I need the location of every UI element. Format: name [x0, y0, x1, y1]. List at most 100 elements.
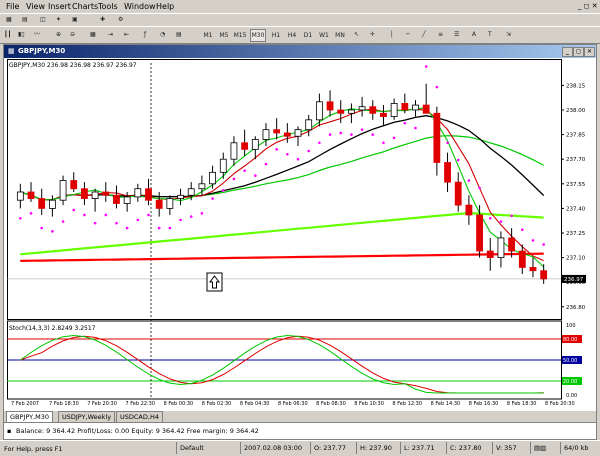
timeframe-h1-button[interactable]: H1 [268, 29, 284, 42]
timeframe-h4-button[interactable]: H4 [284, 29, 300, 42]
time-tick-label: 8 Feb 02:30 [202, 401, 232, 407]
price-chart[interactable]: 238.15 238.00 237.85 237.70 237.55 237.40 237.… [7, 59, 594, 411]
menu-bar: File View Insert Charts Tools Window Hel… [0, 0, 600, 26]
sar-dot [542, 243, 545, 246]
profile-name: Default [176, 442, 204, 454]
sar-dot [147, 213, 150, 217]
autoscroll-icon[interactable]: ⇥ [108, 29, 113, 40]
chart-shift-icon[interactable]: ⇤ [124, 29, 129, 40]
candle-body [219, 158, 227, 173]
sar-dot [232, 177, 236, 181]
time-tick-label: 8 Feb 18:30 [507, 401, 537, 407]
stoch-tick-label: 20.00 [563, 379, 577, 385]
candle-body [198, 183, 206, 190]
price-tick-label: 237.85 [566, 133, 586, 139]
sar-dot [488, 216, 492, 220]
minimize-icon[interactable]: _ [562, 47, 573, 57]
chart-bars-icon[interactable]: ┃┃ [4, 29, 11, 40]
new-order-icon[interactable]: ✚ [100, 14, 105, 25]
candle-body [294, 129, 302, 137]
candle-body [166, 198, 174, 209]
fibonacci-icon[interactable]: ☰ [454, 29, 459, 40]
price-pane-frame [7, 59, 562, 320]
indicators-icon[interactable]: ƒ [144, 29, 146, 40]
periods-icon[interactable]: ◔ [160, 29, 165, 40]
timeframe-m15-button[interactable]: M15 [232, 29, 248, 42]
menu-file[interactable]: File [6, 2, 19, 11]
horizontal-line-icon[interactable]: ─ [406, 29, 410, 40]
sar-dot [157, 226, 161, 230]
tile-icon[interactable]: ▦ [90, 29, 96, 40]
candle-body [369, 106, 377, 114]
sar-dot [211, 197, 214, 200]
menu-view[interactable]: View [26, 2, 45, 11]
timeframe-w1-button[interactable]: W1 [316, 29, 332, 42]
time-tick-label: 8 Feb 06:30 [278, 401, 308, 407]
navigator-icon[interactable]: ✦ [56, 14, 61, 25]
menu-tools[interactable]: Tools [98, 2, 118, 11]
candle-body [27, 191, 35, 199]
arrows-icon[interactable]: ⇲ [506, 29, 511, 40]
status-datetime: 2007.02.08 03:00 [240, 442, 302, 454]
close-icon[interactable]: ✕ [584, 47, 595, 57]
label-tool-icon[interactable]: T [488, 29, 492, 40]
menu-charts[interactable]: Charts [72, 2, 98, 11]
sar-dot [478, 186, 481, 190]
price-tick-label: 236.80 [566, 305, 586, 311]
sar-dot [360, 128, 364, 131]
text-tool-icon[interactable]: A [472, 29, 476, 40]
timeframe-m30-button[interactable]: M30 [250, 29, 266, 42]
terminal-icon[interactable]: ▣ [72, 14, 78, 25]
sar-dot [19, 216, 22, 220]
templates-icon[interactable]: ▤ [176, 29, 182, 40]
candle-body [113, 194, 120, 204]
sar-dot [40, 226, 43, 230]
trendline-icon[interactable]: ╱ [422, 29, 426, 40]
candle-body [155, 199, 163, 209]
menu-window[interactable]: Window [124, 2, 156, 11]
zoom-out-icon[interactable]: ⊖ [70, 29, 75, 40]
candle-body [315, 101, 323, 121]
candle-body [59, 180, 67, 201]
buy-arrow-icon[interactable] [206, 272, 223, 292]
candle-body [390, 103, 398, 117]
candle-body [454, 181, 462, 206]
candle-body [486, 250, 494, 258]
new-chart-icon[interactable]: ▦ [6, 14, 12, 25]
connection-icon: ▤▥ [530, 442, 546, 454]
timeframe-m5-button[interactable]: M5 [216, 29, 232, 42]
profiles-icon[interactable]: ▤ [22, 14, 28, 25]
time-tick-label: 8 Feb 00:30 [164, 401, 194, 407]
experts-icon[interactable]: ⚙ [118, 14, 123, 25]
candle-body [273, 129, 281, 134]
crosshair-icon[interactable]: ✛ [370, 29, 375, 40]
maximize-icon[interactable]: ◻ [573, 47, 584, 57]
channel-icon[interactable]: ≡ [438, 29, 443, 40]
mdi-controls-icon[interactable]: _ ◻ ✕ [578, 2, 598, 10]
sar-dot [531, 239, 535, 242]
sar-dot [275, 148, 278, 151]
vertical-line-icon[interactable]: │ [390, 29, 394, 40]
sar-dot [189, 215, 193, 218]
cursor-icon[interactable]: ↖ [354, 29, 359, 40]
candle-body [70, 180, 78, 190]
candles-icon[interactable]: ▮▯ [18, 29, 25, 40]
chart-window-icon: ▦ [8, 47, 15, 55]
timeframe-d1-button[interactable]: D1 [300, 29, 316, 42]
timeframe-m1-button[interactable]: M1 [200, 29, 216, 42]
menu-insert[interactable]: Insert [48, 2, 71, 11]
time-tick-label: 8 Feb 10:30 [354, 401, 384, 407]
tab-gbpjpy-m30[interactable]: GBPJPY,M30 [6, 411, 54, 422]
timeframe-mn-button[interactable]: MN [332, 29, 348, 42]
sar-dot [510, 214, 513, 218]
line-chart-icon[interactable]: 〰 [34, 29, 40, 40]
menu-help[interactable]: Help [156, 2, 174, 11]
chart-window-title: GBPJPY,M30 [18, 47, 66, 55]
candle-body [337, 109, 345, 114]
status-bar: For Help, press F1 Default 2007.02.08 03… [0, 440, 600, 456]
candle-body [497, 237, 505, 258]
chart-window-titlebar[interactable]: ▦ GBPJPY,M30 _ ◻ ✕ [4, 45, 596, 58]
market-watch-icon[interactable]: ◫ [40, 14, 46, 25]
time-tick-label: 8 Feb 08:30 [316, 401, 346, 407]
zoom-in-icon[interactable]: ⊕ [56, 29, 61, 40]
